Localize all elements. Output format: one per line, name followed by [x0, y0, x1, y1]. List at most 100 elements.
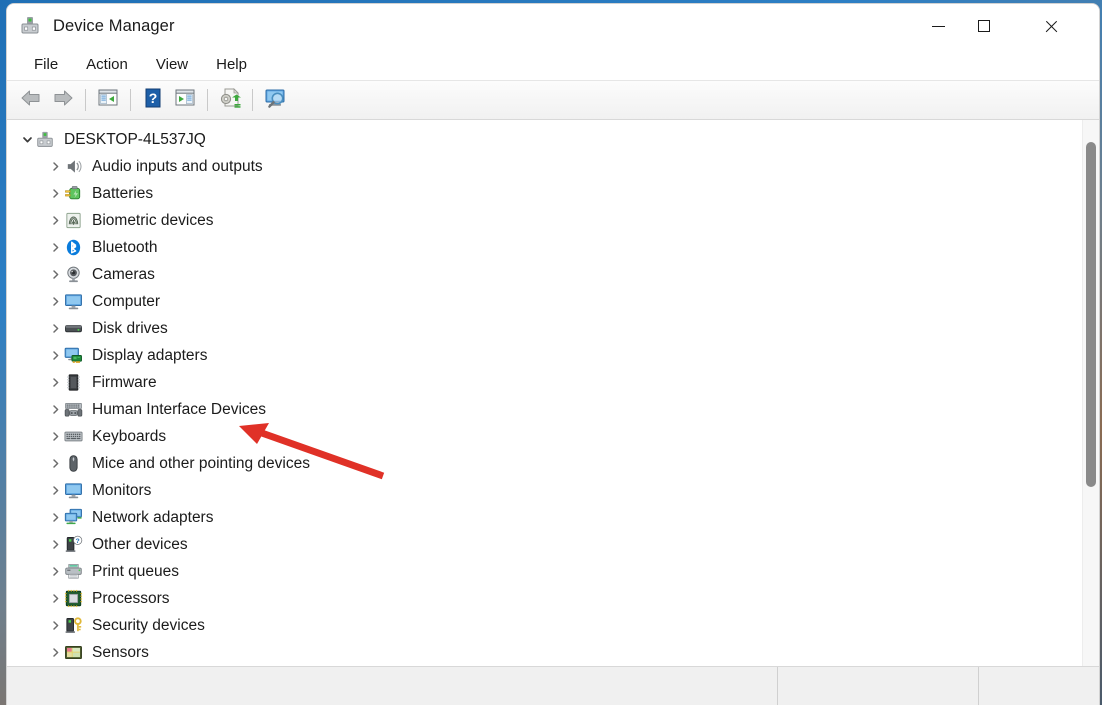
tree-item-label: Disk drives — [92, 320, 168, 338]
chevron-right-icon[interactable] — [47, 348, 63, 364]
close-button[interactable] — [1025, 4, 1077, 48]
maximize-button[interactable] — [961, 4, 1007, 48]
firmware-chip-icon — [63, 373, 83, 393]
tree-item-label: Mice and other pointing devices — [92, 455, 310, 473]
svg-text:?: ? — [75, 538, 79, 545]
status-pane-message — [7, 667, 778, 705]
back-button[interactable] — [15, 85, 47, 115]
tree-item-disk-drives[interactable]: Disk drives — [7, 315, 1082, 342]
tree-item-label: Biometric devices — [92, 212, 213, 230]
display-adapter-icon — [63, 346, 83, 366]
tree-item-other-devices[interactable]: ? Other devices — [7, 531, 1082, 558]
chevron-right-icon[interactable] — [47, 375, 63, 391]
disk-drive-icon — [63, 319, 83, 339]
chevron-right-icon[interactable] — [47, 564, 63, 580]
tree-root-label: DESKTOP-4L537JQ — [64, 131, 206, 149]
processor-icon — [63, 589, 83, 609]
tree-item-label: Audio inputs and outputs — [92, 158, 263, 176]
tree-item-batteries[interactable]: Batteries — [7, 180, 1082, 207]
network-adapter-icon — [63, 508, 83, 528]
show-hide-console-tree-button[interactable] — [92, 85, 124, 115]
monitor-icon — [63, 481, 83, 501]
computer-root-icon — [35, 130, 55, 150]
chevron-right-icon[interactable] — [47, 537, 63, 553]
keyboard-icon — [63, 427, 83, 447]
back-arrow-icon — [19, 87, 43, 114]
tree-item-label: Batteries — [92, 185, 153, 203]
toolbar-separator — [130, 89, 131, 111]
tree-item-cameras[interactable]: Cameras — [7, 261, 1082, 288]
tree-item-display-adapters[interactable]: Display adapters — [7, 342, 1082, 369]
tree-item-keyboards[interactable]: Keyboards — [7, 423, 1082, 450]
tree-item-label: Keyboards — [92, 428, 166, 446]
help-button[interactable]: ? — [137, 85, 169, 115]
tree-item-label: Print queues — [92, 563, 179, 581]
chevron-right-icon[interactable] — [47, 402, 63, 418]
properties-button[interactable] — [169, 85, 201, 115]
tree-item-network-adapters[interactable]: Network adapters — [7, 504, 1082, 531]
menu-item-help[interactable]: Help — [205, 53, 258, 76]
tree-item-processors[interactable]: Processors — [7, 585, 1082, 612]
scan-hardware-icon — [263, 87, 287, 114]
speaker-icon — [63, 157, 83, 177]
chevron-right-icon[interactable] — [47, 267, 63, 283]
tree-item-audio-inputs-and-outputs[interactable]: Audio inputs and outputs — [7, 153, 1082, 180]
minimize-button[interactable] — [915, 4, 961, 48]
unknown-device-icon: ? — [63, 535, 83, 555]
tree-item-biometric-devices[interactable]: Biometric devices — [7, 207, 1082, 234]
tree-item-human-interface-devices[interactable]: Human Interface Devices — [7, 396, 1082, 423]
sensors-icon — [63, 643, 83, 663]
update-driver-button[interactable] — [214, 85, 246, 115]
tree-root-item[interactable]: DESKTOP-4L537JQ — [7, 126, 1082, 153]
chevron-right-icon[interactable] — [47, 510, 63, 526]
chevron-right-icon[interactable] — [47, 321, 63, 337]
chevron-right-icon[interactable] — [47, 186, 63, 202]
tree-item-label: Network adapters — [92, 509, 213, 527]
tree-item-mice-and-other-pointing-devices[interactable]: Mice and other pointing devices — [7, 450, 1082, 477]
tree-item-label: Processors — [92, 590, 170, 608]
minimize-icon — [932, 26, 945, 27]
tree-item-label: Sensors — [92, 644, 149, 662]
scrollbar-thumb[interactable] — [1086, 142, 1096, 487]
bluetooth-icon — [63, 238, 83, 258]
device-manager-icon — [19, 15, 41, 37]
chevron-right-icon[interactable] — [47, 645, 63, 661]
menu-item-file[interactable]: File — [23, 53, 69, 76]
chevron-right-icon[interactable] — [47, 213, 63, 229]
chevron-right-icon[interactable] — [47, 456, 63, 472]
svg-text:?: ? — [149, 90, 158, 106]
tree-item-bluetooth[interactable]: Bluetooth — [7, 234, 1082, 261]
chevron-right-icon[interactable] — [47, 483, 63, 499]
tree-item-firmware[interactable]: Firmware — [7, 369, 1082, 396]
forward-button[interactable] — [47, 85, 79, 115]
scan-hardware-changes-button[interactable] — [259, 85, 291, 115]
menu-item-view[interactable]: View — [145, 53, 199, 76]
chevron-down-icon[interactable] — [19, 132, 35, 148]
tree-item-label: Security devices — [92, 617, 205, 635]
chevron-right-icon[interactable] — [47, 618, 63, 634]
tree-item-computer[interactable]: Computer — [7, 288, 1082, 315]
tree-item-label: Computer — [92, 293, 160, 311]
toolbar-separator — [207, 89, 208, 111]
device-tree[interactable]: DESKTOP-4L537JQ Audio inputs and outputs — [7, 120, 1082, 666]
security-key-icon — [63, 616, 83, 636]
tree-item-security-devices[interactable]: Security devices — [7, 612, 1082, 639]
tree-item-label: Monitors — [92, 482, 151, 500]
vertical-scrollbar[interactable] — [1082, 120, 1099, 666]
tree-item-monitors[interactable]: Monitors — [7, 477, 1082, 504]
chevron-right-icon[interactable] — [47, 159, 63, 175]
chevron-right-icon[interactable] — [47, 429, 63, 445]
chevron-right-icon[interactable] — [47, 294, 63, 310]
chevron-right-icon[interactable] — [47, 240, 63, 256]
close-icon — [1044, 19, 1059, 34]
tree-item-sensors[interactable]: Sensors — [7, 639, 1082, 666]
device-manager-window: Device Manager File Action View Help — [6, 3, 1100, 705]
content-area: DESKTOP-4L537JQ Audio inputs and outputs — [7, 120, 1099, 666]
menu-item-action[interactable]: Action — [75, 53, 139, 76]
chevron-right-icon[interactable] — [47, 591, 63, 607]
tree-item-label: Bluetooth — [92, 239, 158, 257]
tree-item-label: Firmware — [92, 374, 157, 392]
tree-item-print-queues[interactable]: Print queues — [7, 558, 1082, 585]
printer-icon — [63, 562, 83, 582]
toolbar: ? — [7, 81, 1099, 120]
